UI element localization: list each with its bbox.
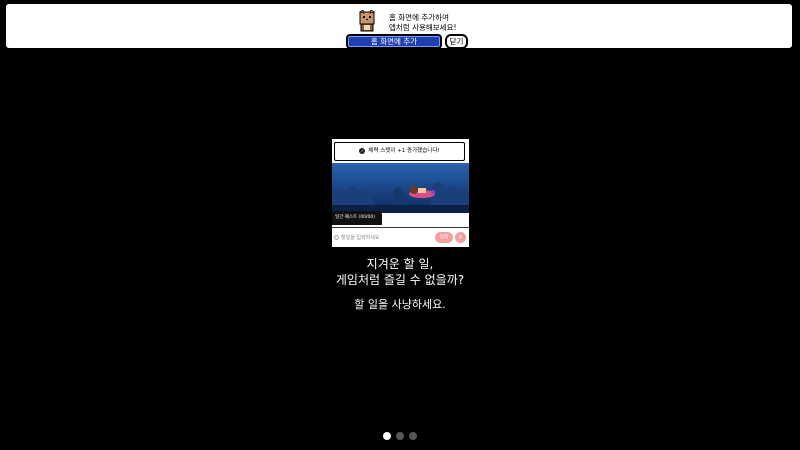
task-input[interactable]: 할일을 입력하세요 — [341, 233, 431, 243]
pagination-dots — [383, 432, 423, 440]
pagination-dot[interactable] — [383, 432, 391, 440]
banner-message-line1: 홈 화면에 추가하여 — [389, 13, 449, 22]
pagination-dot[interactable] — [409, 432, 417, 440]
app-preview: ✓ 체력 스탯이 +1 증가했습니다! 일간 퀘스트 (00/00) 할일을 입력… — [332, 139, 469, 247]
slide-subline: 할 일을 사냥하세요. — [354, 298, 446, 311]
task-checkbox[interactable] — [334, 235, 339, 240]
pagination-dot[interactable] — [396, 432, 404, 440]
stat-toast: ✓ 체력 스탯이 +1 증가했습니다! — [334, 142, 465, 161]
close-banner-button[interactable]: 닫기 — [445, 34, 468, 49]
divider — [332, 227, 469, 228]
install-banner: 홈 화면에 추가하여 앱처럼 사용해보세요! 홈 화면에 추가 닫기 — [5, 3, 793, 49]
add-to-home-button[interactable]: 홈 화면에 추가 — [346, 34, 442, 49]
slide-headline: 지겨운 할 일, 게임처럼 즐길 수 없을까? — [0, 256, 800, 288]
banner-message-line2: 앱처럼 사용해보세요! — [389, 23, 457, 32]
slide-headline-line1: 지겨운 할 일, — [366, 257, 434, 271]
cat-mascot-icon — [359, 10, 375, 32]
check-icon: ✓ — [359, 147, 366, 154]
toast-text: 체력 스탯이 +1 증가했습니다! — [368, 148, 440, 154]
task-cancel-button[interactable]: × — [455, 232, 466, 243]
game-scene-image — [332, 163, 469, 213]
daily-quest-label: 일간 퀘스트 (00/00) — [332, 211, 382, 225]
banner-message: 홈 화면에 추가하여 앱처럼 사용해보세요! — [389, 13, 457, 33]
slide-headline-line2: 게임처럼 즐길 수 없을까? — [335, 273, 465, 287]
task-submit-button[interactable]: 입력 — [435, 232, 453, 243]
